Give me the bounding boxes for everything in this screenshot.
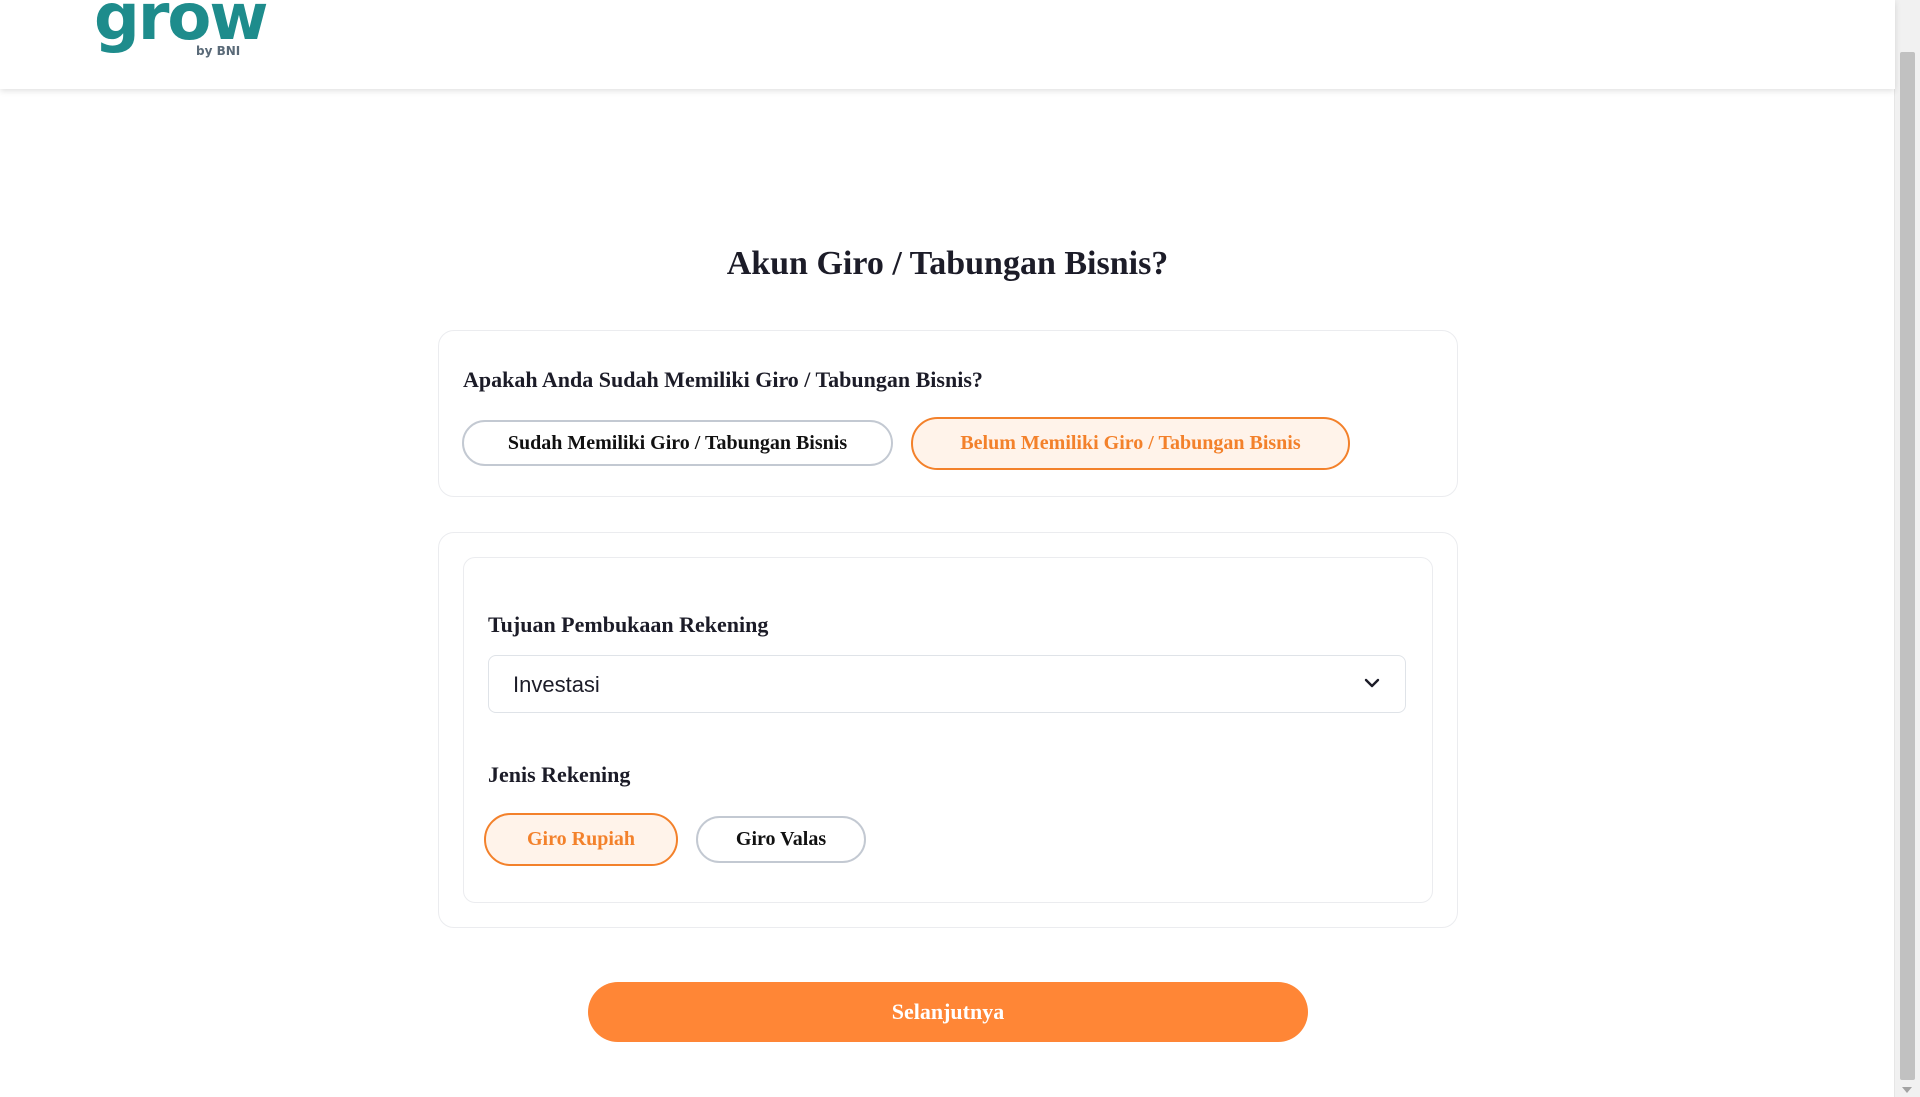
vertical-scrollbar[interactable]	[1894, 0, 1920, 1097]
giro-valas-button[interactable]: Giro Valas	[696, 816, 866, 863]
scroll-down-arrow-icon[interactable]	[1902, 1087, 1912, 1093]
chevron-down-icon	[1364, 678, 1380, 688]
page-title: Akun Giro / Tabungan Bisnis?	[726, 245, 1169, 282]
account-form-inner: Tujuan Pembukaan Rekening Investasi Jeni…	[463, 557, 1433, 903]
page: grow by BNI Akun Giro / Tabungan Bisnis?…	[0, 0, 1920, 1097]
account-form-card: Tujuan Pembukaan Rekening Investasi Jeni…	[438, 532, 1458, 928]
logo-byline: by BNI	[196, 44, 241, 58]
scrollbar-thumb[interactable]	[1900, 52, 1915, 1080]
account-question-text: Apakah Anda Sudah Memiliki Giro / Tabung…	[463, 367, 983, 392]
logo-wordmark: grow	[94, 0, 268, 55]
giro-rupiah-button[interactable]: Giro Rupiah	[484, 813, 678, 866]
header: grow by BNI	[0, 0, 1895, 89]
jenis-label: Jenis Rekening	[488, 762, 631, 787]
next-button[interactable]: Selanjutnya	[588, 982, 1308, 1042]
option-belum-memiliki-button[interactable]: Belum Memiliki Giro / Tabungan Bisnis	[911, 417, 1350, 470]
option-sudah-memiliki-button[interactable]: Sudah Memiliki Giro / Tabungan Bisnis	[462, 420, 893, 466]
tujuan-select-value: Investasi	[513, 672, 600, 697]
tujuan-label: Tujuan Pembukaan Rekening	[488, 612, 769, 637]
tujuan-select[interactable]: Investasi	[488, 655, 1406, 713]
account-question-card: Apakah Anda Sudah Memiliki Giro / Tabung…	[438, 330, 1458, 497]
grow-logo[interactable]: grow by BNI	[94, 0, 268, 66]
